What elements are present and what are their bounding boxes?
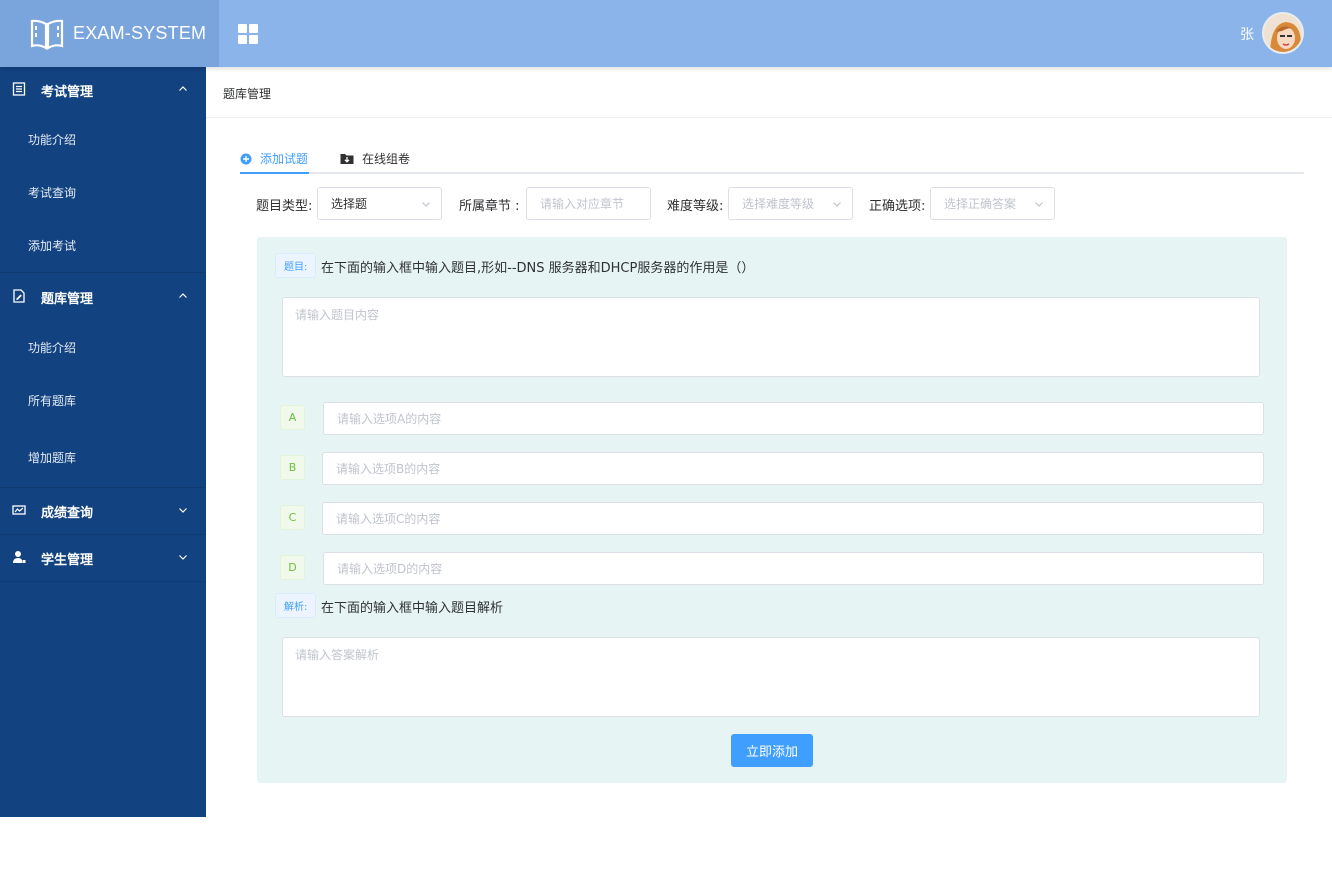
sidebar-item-exam-query[interactable]: 考试查询: [0, 166, 206, 219]
option-d-placeholder: 请输入选项D的内容: [337, 562, 443, 576]
answer-label: 正确选项:: [869, 199, 926, 214]
chevron-down-icon: [422, 202, 430, 207]
submit-button[interactable]: 立即添加: [731, 734, 813, 767]
menu-title-exam-management[interactable]: 考试管理: [0, 67, 206, 113]
analysis-placeholder: 请输入答案解析: [295, 648, 380, 662]
tab-online-paper[interactable]: 在线组卷: [340, 150, 410, 167]
logo-text: EXAM-SYSTEM: [73, 23, 207, 43]
question-hint: 在下面的输入框中输入题目,形如--DNS 服务器和DHCP服务器的作用是（）: [321, 261, 755, 276]
analysis-textarea[interactable]: 请输入答案解析: [282, 637, 1260, 717]
option-b-input[interactable]: 请输入选项B的内容: [322, 452, 1264, 485]
analysis-hint: 在下面的输入框中输入题目解析: [321, 601, 504, 616]
user-name[interactable]: 张: [1240, 24, 1254, 44]
chapter-input[interactable]: 请输入对应章节: [526, 187, 651, 220]
menu-title-student-management[interactable]: 学生管理: [0, 535, 206, 581]
answer-select[interactable]: 选择正确答案: [930, 187, 1055, 220]
menu-title-score-query[interactable]: 成绩查询: [0, 488, 206, 534]
menu-label: 学生管理: [41, 552, 94, 568]
chevron-down-icon: [1035, 202, 1043, 207]
plus-circle-icon: [240, 153, 252, 164]
chapter-label: 所属章节 :: [459, 199, 520, 214]
option-c-input[interactable]: 请输入选项C的内容: [322, 502, 1264, 535]
folder-download-icon: [340, 153, 354, 164]
collapse-menu-grid-icon[interactable]: [238, 24, 258, 44]
sidebar-item-bank-feature-intro[interactable]: 功能介绍: [0, 321, 206, 374]
sidebar: 考试管理 功能介绍 考试查询 添加考试 题库管理 功能介绍 所有题库 增加题库 …: [0, 67, 206, 817]
sidebar-item-all-banks[interactable]: 所有题库: [0, 374, 206, 427]
menu-group-question-bank: 题库管理 功能介绍 所有题库 增加题库: [0, 273, 206, 488]
difficulty-select[interactable]: 选择难度等级: [728, 187, 853, 220]
sidebar-item-add-bank[interactable]: 增加题库: [0, 427, 206, 487]
sidebar-item-add-exam[interactable]: 添加考试: [0, 219, 206, 272]
option-d-badge: D: [280, 555, 305, 580]
book-logo-icon: [30, 19, 64, 50]
question-type-select[interactable]: 选择题: [317, 187, 442, 220]
menu-group-student-management: 学生管理: [0, 535, 206, 582]
menu-group-score-query: 成绩查询: [0, 488, 206, 535]
question-type-label: 题目类型:: [256, 199, 313, 214]
menu-label: 成绩查询: [41, 505, 94, 521]
chevron-down-icon: [833, 202, 841, 207]
chevron-up-icon: [179, 293, 187, 298]
chevron-down-icon: [179, 508, 187, 513]
difficulty-placeholder: 选择难度等级: [742, 197, 815, 211]
tab-bar: 添加试题 在线组卷: [240, 146, 1304, 174]
chevron-up-icon: [179, 86, 187, 91]
option-a-placeholder: 请输入选项A的内容: [337, 412, 442, 426]
question-form-panel: 题目: 在下面的输入框中输入题目,形如--DNS 服务器和DHCP服务器的作用是…: [257, 237, 1287, 783]
logo[interactable]: EXAM-SYSTEM: [0, 0, 219, 67]
question-content-textarea[interactable]: 请输入题目内容: [282, 297, 1260, 377]
tab-active-indicator: [240, 172, 309, 174]
analysis-tag: 解析:: [275, 593, 317, 618]
breadcrumb-bar: 题库管理: [206, 67, 1332, 118]
question-tag: 题目:: [275, 253, 317, 278]
tab-label: 在线组卷: [362, 152, 411, 166]
score-chart-icon: [12, 505, 26, 515]
option-b-placeholder: 请输入选项B的内容: [336, 462, 441, 476]
difficulty-label: 难度等级:: [667, 199, 724, 214]
breadcrumb[interactable]: 题库管理: [223, 85, 271, 102]
sidebar-item-feature-intro[interactable]: 功能介绍: [0, 113, 206, 166]
option-c-placeholder: 请输入选项C的内容: [336, 512, 441, 526]
answer-placeholder: 选择正确答案: [944, 197, 1017, 211]
menu-label: 题库管理: [41, 291, 94, 307]
option-a-badge: A: [280, 405, 305, 430]
question-content-placeholder: 请输入题目内容: [295, 308, 380, 322]
question-type-value: 选择题: [331, 197, 368, 211]
chapter-placeholder: 请输入对应章节: [540, 197, 625, 211]
question-bank-icon: [13, 289, 25, 303]
option-a-input[interactable]: 请输入选项A的内容: [323, 402, 1264, 435]
menu-title-question-bank[interactable]: 题库管理: [0, 273, 206, 321]
tab-add-question[interactable]: 添加试题: [240, 150, 308, 167]
menu-label: 考试管理: [41, 84, 94, 100]
menu-group-exam-management: 考试管理 功能介绍 考试查询 添加考试: [0, 67, 206, 273]
tab-label: 添加试题: [260, 152, 309, 166]
student-icon: [13, 551, 26, 563]
option-b-badge: B: [280, 455, 305, 480]
top-header: EXAM-SYSTEM 张: [0, 0, 1332, 67]
option-d-input[interactable]: 请输入选项D的内容: [323, 552, 1264, 585]
chevron-down-icon: [179, 555, 187, 560]
exam-list-icon: [12, 82, 26, 96]
option-c-badge: C: [280, 505, 305, 530]
avatar[interactable]: [1262, 12, 1304, 54]
